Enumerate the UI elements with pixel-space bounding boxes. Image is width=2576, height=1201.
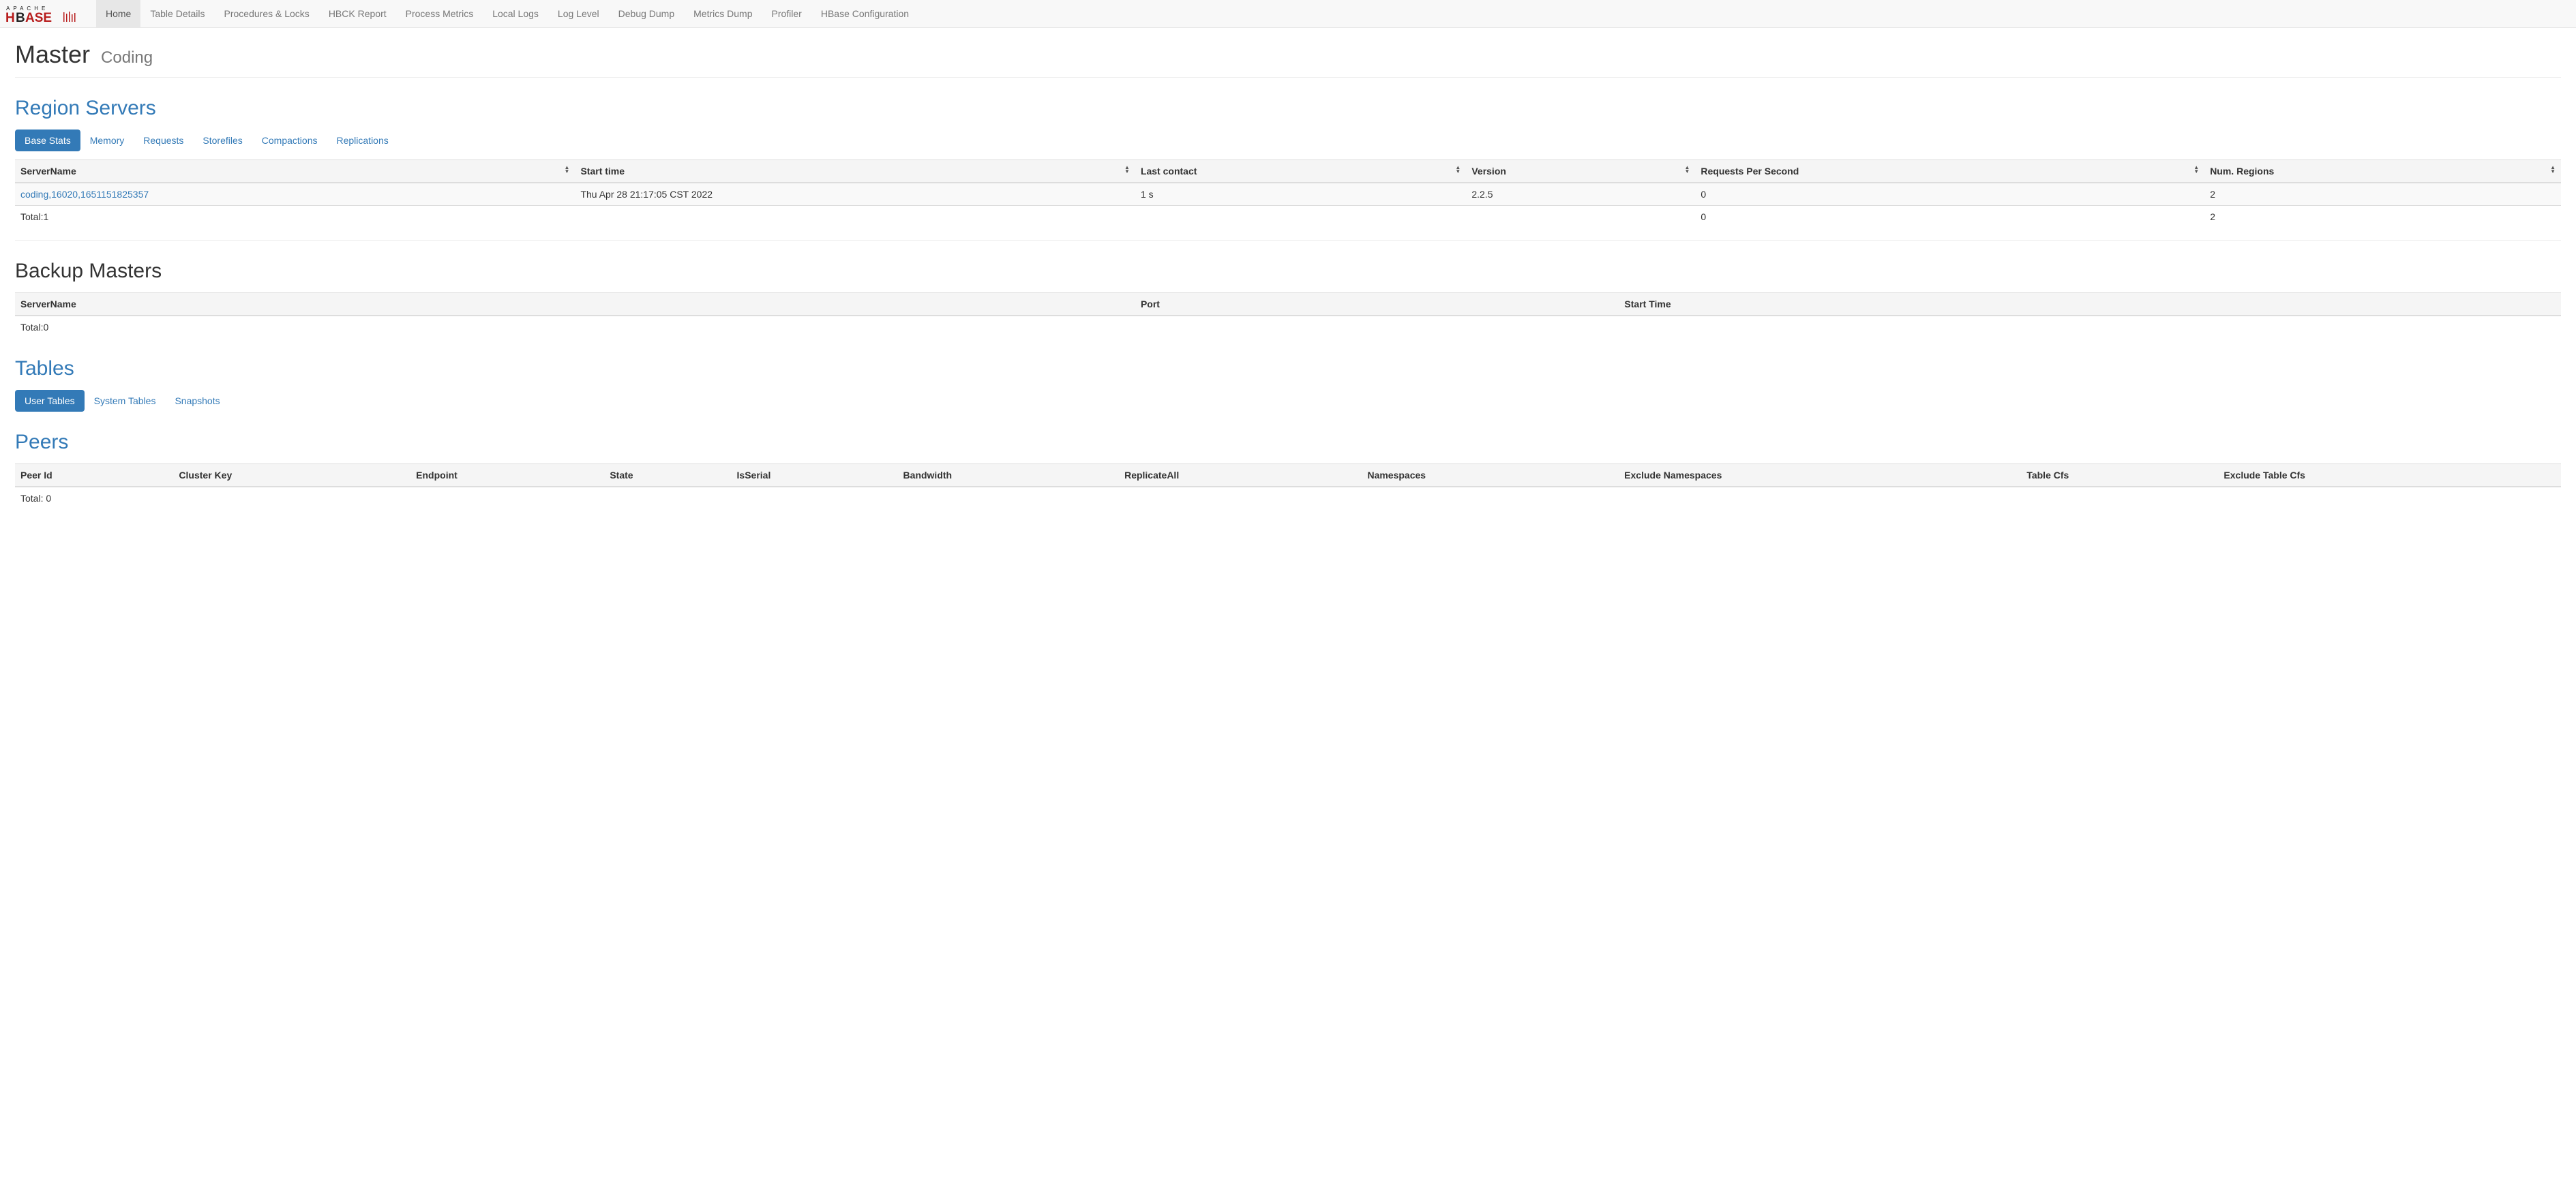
backup-masters-section: Backup Masters ServerName Port Start Tim… xyxy=(15,260,2561,338)
region-servers-table: ServerName ▲▼ Start time ▲▼ Last contact ▲▼… xyxy=(15,159,2561,228)
sort-icon: ▲▼ xyxy=(1455,166,1461,174)
col-endpoint: Endpoint xyxy=(410,464,604,487)
col-start-time-label: Start time xyxy=(580,166,625,177)
table-footer-row: Total:0 xyxy=(15,316,2561,338)
sort-icon: ▲▼ xyxy=(1124,166,1130,174)
nav-log-level[interactable]: Log Level xyxy=(548,0,609,27)
tab-snapshots[interactable]: Snapshots xyxy=(165,390,229,412)
col-num-regions-label: Num. Regions xyxy=(2210,166,2274,177)
cell-start-time: Thu Apr 28 21:17:05 CST 2022 xyxy=(575,183,1135,206)
peers-footer-total: Total: 0 xyxy=(15,487,2561,509)
col-version[interactable]: Version ▲▼ xyxy=(1466,160,1695,183)
tab-replications[interactable]: Replications xyxy=(327,130,398,151)
sort-icon: ▲▼ xyxy=(565,166,570,174)
sort-icon: ▲▼ xyxy=(1684,166,1690,174)
nav-debug-dump[interactable]: Debug Dump xyxy=(609,0,685,27)
nav-table-details[interactable]: Table Details xyxy=(140,0,214,27)
page-title-h1: Master Coding xyxy=(15,40,2561,69)
nav-local-logs[interactable]: Local Logs xyxy=(483,0,548,27)
col-exclude-namespaces: Exclude Namespaces xyxy=(1619,464,2021,487)
page-header: Master Coding xyxy=(15,28,2561,78)
col-cluster-key: Cluster Key xyxy=(173,464,410,487)
cell-last-contact: 1 s xyxy=(1135,183,1466,206)
page-subtitle: Coding xyxy=(101,48,153,67)
bm-footer-total: Total:0 xyxy=(15,316,2561,338)
backup-masters-table: ServerName Port Start Time Total:0 xyxy=(15,292,2561,338)
tab-requests[interactable]: Requests xyxy=(134,130,193,151)
col-rps[interactable]: Requests Per Second ▲▼ xyxy=(1695,160,2204,183)
brand-logo[interactable]: APACHE H B ASE xyxy=(0,0,96,27)
col-peer-id: Peer Id xyxy=(15,464,173,487)
col-last-contact-label: Last contact xyxy=(1141,166,1197,177)
tables-heading[interactable]: Tables xyxy=(15,357,74,380)
svg-text:ASE: ASE xyxy=(25,11,52,23)
hbase-logo-icon: APACHE H B ASE xyxy=(5,4,86,23)
col-rps-label: Requests Per Second xyxy=(1701,166,1799,177)
peers-heading[interactable]: Peers xyxy=(15,431,68,453)
col-server-name[interactable]: ServerName ▲▼ xyxy=(15,160,575,183)
col-state: State xyxy=(604,464,731,487)
footer-total: Total:1 xyxy=(15,206,575,228)
cell-rps: 0 xyxy=(1695,183,2204,206)
tab-compactions[interactable]: Compactions xyxy=(252,130,327,151)
cell-version: 2.2.5 xyxy=(1466,183,1695,206)
table-row: coding,16020,1651151825357 Thu Apr 28 21… xyxy=(15,183,2561,206)
col-num-regions[interactable]: Num. Regions ▲▼ xyxy=(2204,160,2561,183)
svg-text:H: H xyxy=(5,11,15,23)
tab-system-tables[interactable]: System Tables xyxy=(85,390,166,412)
tables-section: Tables User Tables System Tables Snapsho… xyxy=(15,357,2561,412)
col-bm-start-time: Start Time xyxy=(1619,293,2561,316)
col-isserial: IsSerial xyxy=(732,464,898,487)
col-version-label: Version xyxy=(1471,166,1506,177)
backup-masters-heading: Backup Masters xyxy=(15,260,2561,283)
col-bm-server-name: ServerName xyxy=(15,293,1135,316)
table-footer-row: Total:1 0 2 xyxy=(15,206,2561,228)
region-servers-section: Region Servers Base Stats Memory Request… xyxy=(15,97,2561,241)
nav-hbck-report[interactable]: HBCK Report xyxy=(319,0,396,27)
nav-profiler[interactable]: Profiler xyxy=(762,0,811,27)
sort-icon: ▲▼ xyxy=(2193,166,2199,174)
peers-section: Peers Peer Id Cluster Key Endpoint State… xyxy=(15,431,2561,509)
col-last-contact[interactable]: Last contact ▲▼ xyxy=(1135,160,1466,183)
nav-procedures-locks[interactable]: Procedures & Locks xyxy=(215,0,319,27)
page-title: Master xyxy=(15,40,90,68)
server-name-link[interactable]: coding,16020,1651151825357 xyxy=(20,189,149,200)
tab-storefiles[interactable]: Storefiles xyxy=(193,130,252,151)
tab-memory[interactable]: Memory xyxy=(80,130,134,151)
footer-rps: 0 xyxy=(1695,206,2204,228)
sort-icon: ▲▼ xyxy=(2550,166,2556,174)
nav-list: Home Table Details Procedures & Locks HB… xyxy=(96,0,918,27)
col-exclude-table-cfs: Exclude Table Cfs xyxy=(2218,464,2561,487)
col-start-time[interactable]: Start time ▲▼ xyxy=(575,160,1135,183)
nav-metrics-dump[interactable]: Metrics Dump xyxy=(684,0,762,27)
navbar: APACHE H B ASE Home Table Details Proced… xyxy=(0,0,2576,28)
main-container: Master Coding Region Servers Base Stats … xyxy=(0,28,2576,509)
nav-home[interactable]: Home xyxy=(96,0,140,27)
region-servers-heading[interactable]: Region Servers xyxy=(15,97,156,119)
svg-text:B: B xyxy=(16,11,25,23)
col-server-name-label: ServerName xyxy=(20,166,76,177)
table-footer-row: Total: 0 xyxy=(15,487,2561,509)
cell-num-regions: 2 xyxy=(2204,183,2561,206)
col-table-cfs: Table Cfs xyxy=(2021,464,2218,487)
tab-base-stats[interactable]: Base Stats xyxy=(15,130,80,151)
peers-table: Peer Id Cluster Key Endpoint State IsSer… xyxy=(15,463,2561,509)
nav-hbase-configuration[interactable]: HBase Configuration xyxy=(811,0,918,27)
tab-user-tables[interactable]: User Tables xyxy=(15,390,85,412)
col-bandwidth: Bandwidth xyxy=(898,464,1120,487)
region-servers-tabs: Base Stats Memory Requests Storefiles Co… xyxy=(15,130,2561,151)
tables-tabs: User Tables System Tables Snapshots xyxy=(15,390,2561,412)
col-namespaces: Namespaces xyxy=(1362,464,1619,487)
col-replicateall: ReplicateAll xyxy=(1119,464,1362,487)
footer-num-regions: 2 xyxy=(2204,206,2561,228)
col-bm-port: Port xyxy=(1135,293,1619,316)
nav-process-metrics[interactable]: Process Metrics xyxy=(396,0,483,27)
